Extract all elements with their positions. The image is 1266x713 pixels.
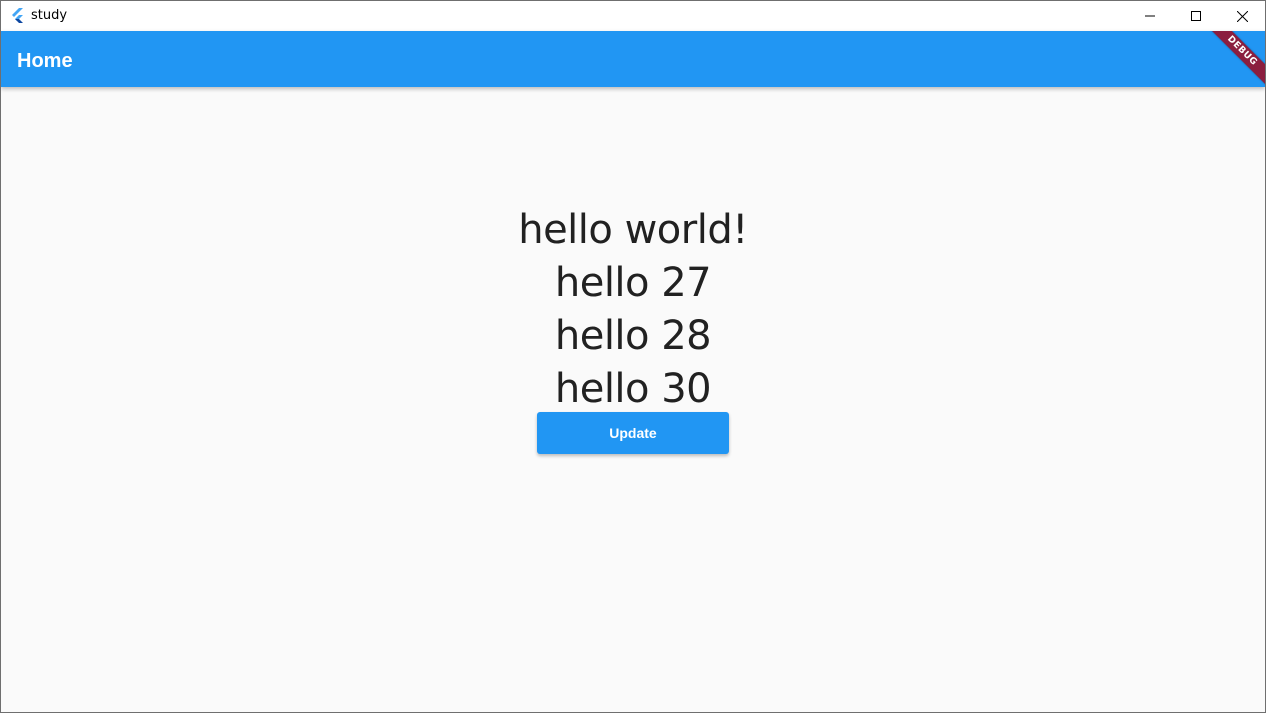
page-title: Home xyxy=(17,50,73,72)
counter-text-1: hello 27 xyxy=(554,260,712,306)
counter-text-2: hello 28 xyxy=(554,313,712,359)
counter-text-3: hello 30 xyxy=(554,366,712,412)
page-body: hello world! hello 27 hello 28 hello 30 … xyxy=(1,87,1265,712)
hello-world-text: hello world! xyxy=(518,207,748,253)
close-icon xyxy=(1236,10,1248,22)
maximize-icon xyxy=(1191,11,1201,21)
window-title: study xyxy=(31,8,68,23)
maximize-button[interactable] xyxy=(1173,1,1219,31)
app-bar: Home xyxy=(1,31,1265,87)
app-window: study Home DEBUG hello world! hello 27 h… xyxy=(0,0,1266,713)
minimize-icon xyxy=(1145,15,1155,17)
flutter-logo-icon xyxy=(12,8,23,23)
close-button[interactable] xyxy=(1219,1,1265,31)
update-button[interactable]: Update xyxy=(537,412,729,454)
minimize-button[interactable] xyxy=(1127,1,1173,31)
title-bar[interactable]: study xyxy=(1,1,1265,31)
